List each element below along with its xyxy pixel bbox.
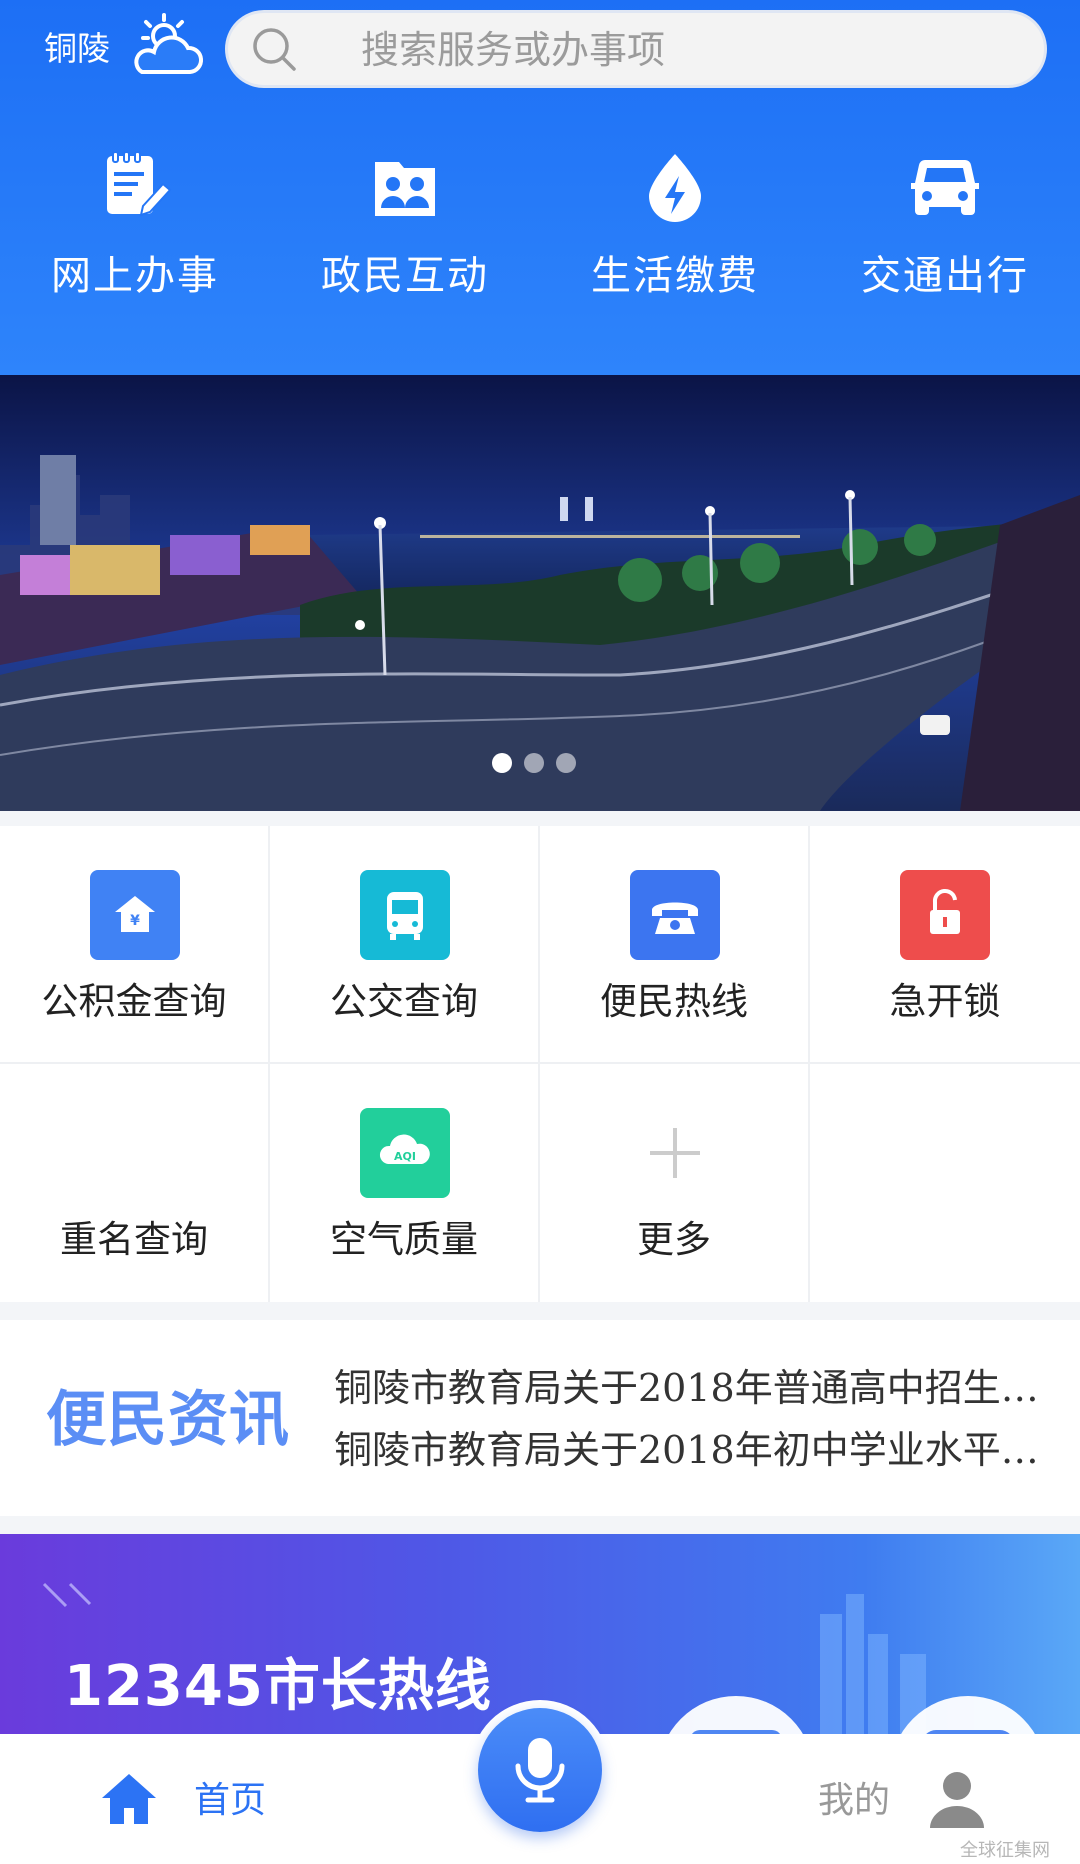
header: 铜陵 搜索服务或办事项 网上办事 政民互动 生活缴费 交通出行 <box>0 0 1080 375</box>
service-unlock[interactable]: 急开锁 <box>810 826 1080 1064</box>
carousel-indicator <box>492 753 576 773</box>
tab-home-label: 首页 <box>194 1780 267 1821</box>
svg-text:¥: ¥ <box>130 913 140 929</box>
service-label: 急开锁 <box>889 980 1001 1023</box>
tab-me[interactable]: 我的 <box>818 1764 1048 1840</box>
unlock-icon <box>900 870 990 960</box>
service-label: 重名查询 <box>60 1218 208 1261</box>
news-item[interactable]: 铜陵市教育局关于2018年普通高中招生工作的通知 <box>334 1362 1054 1414</box>
search-icon <box>253 28 296 71</box>
microphone-icon <box>515 1738 565 1803</box>
quick-entry-label: 交通出行 <box>861 253 1029 299</box>
service-label: 更多 <box>637 1218 711 1261</box>
housing-fund-icon: ¥ <box>90 870 180 960</box>
service-hotline[interactable]: 便民热线 <box>540 826 810 1064</box>
car-icon <box>911 159 979 215</box>
phone-icon <box>630 870 720 960</box>
service-housing-fund[interactable]: ¥ 公积金查询 <box>0 826 270 1064</box>
service-label: 公积金查询 <box>41 980 227 1023</box>
quick-entry-online-affairs[interactable]: 网上办事 <box>0 140 270 340</box>
service-bus[interactable]: 公交查询 <box>270 826 540 1064</box>
service-name-query[interactable]: 重名查询 <box>0 1064 270 1302</box>
news-section: 便民资讯 铜陵市教育局关于2018年普通高中招生工作的通知 铜陵市教育局关于20… <box>0 1320 1080 1516</box>
quick-entry-label: 生活缴费 <box>591 253 759 299</box>
carousel-dot[interactable] <box>524 753 544 773</box>
bus-icon <box>360 870 450 960</box>
service-more[interactable]: 更多 <box>540 1064 810 1302</box>
svg-text:AQI: AQI <box>394 1150 416 1163</box>
user-icon <box>930 1772 984 1828</box>
online-affairs-icon <box>107 151 172 217</box>
quick-entry-row: 网上办事 政民互动 生活缴费 交通出行 <box>0 140 1080 340</box>
payment-icon <box>649 154 701 222</box>
plus-icon <box>630 1108 720 1198</box>
banner-carousel[interactable] <box>0 375 1080 811</box>
service-grid: ¥ 公积金查询 公交查询 便民热线 急开锁 重名查询 AQI 空气质量 更多 <box>0 826 1080 1302</box>
news-brand: 便民资讯 <box>46 1385 290 1455</box>
city-night-scene <box>0 375 1080 811</box>
app-page: 铜陵 搜索服务或办事项 网上办事 政民互动 生活缴费 交通出行 ¥ 公积金查询 … <box>0 0 1080 1864</box>
service-label: 空气质量 <box>330 1218 478 1261</box>
city-selector[interactable]: 铜陵 <box>44 26 110 72</box>
cloudy-sun-icon[interactable] <box>126 12 206 82</box>
service-label: 公交查询 <box>330 980 478 1023</box>
search-placeholder: 搜索服务或办事项 <box>361 28 666 72</box>
service-air-quality[interactable]: AQI 空气质量 <box>270 1064 540 1302</box>
quick-entry-payment[interactable]: 生活缴费 <box>540 140 810 340</box>
voice-assistant-button[interactable] <box>478 1708 602 1832</box>
voice-button-wrap <box>470 1700 610 1840</box>
quick-entry-traffic[interactable]: 交通出行 <box>810 140 1080 340</box>
watermark: 全球征集网 <box>960 1840 1050 1861</box>
service-label: 便民热线 <box>600 980 748 1023</box>
search-input[interactable]: 搜索服务或办事项 <box>225 10 1047 88</box>
quick-entry-label: 政民互动 <box>321 253 489 299</box>
service-empty-slot <box>810 1064 1080 1302</box>
tab-me-label: 我的 <box>818 1780 891 1821</box>
carousel-dot[interactable] <box>556 753 576 773</box>
quick-entry-label: 网上办事 <box>51 253 219 299</box>
promo-title: 12345市长热线 <box>64 1654 492 1719</box>
tab-home[interactable]: 首页 <box>98 1768 268 1838</box>
home-icon <box>102 1774 156 1824</box>
interaction-icon <box>375 162 435 216</box>
news-item[interactable]: 铜陵市教育局关于2018年初中学业水平考试的通知 <box>334 1424 1054 1476</box>
carousel-dot[interactable] <box>492 753 512 773</box>
quick-entry-interaction[interactable]: 政民互动 <box>270 140 540 340</box>
aqi-icon: AQI <box>360 1108 450 1198</box>
